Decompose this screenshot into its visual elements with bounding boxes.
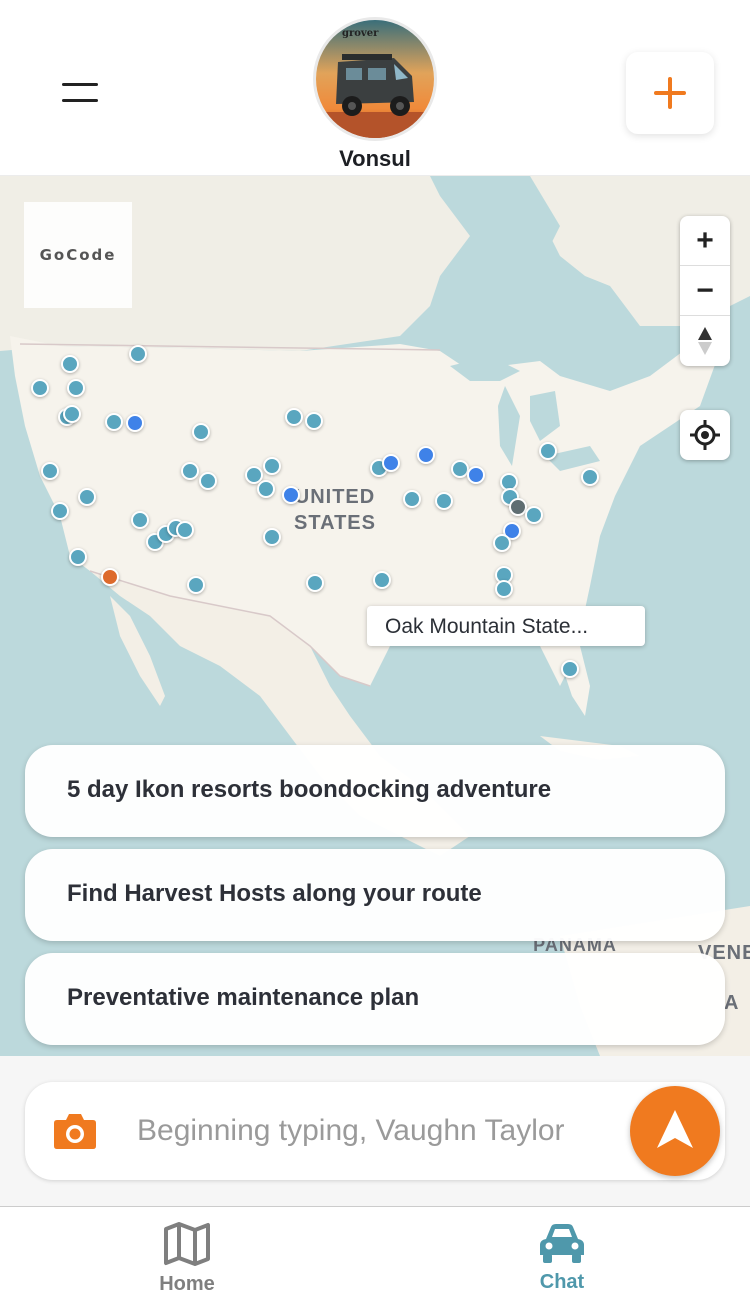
zoom-in-button[interactable]: + (680, 216, 730, 266)
send-button[interactable] (630, 1086, 720, 1176)
map-marker[interactable] (467, 466, 485, 484)
map-marker[interactable] (67, 379, 85, 397)
chat-message-input[interactable] (137, 1106, 627, 1156)
map-marker[interactable] (181, 462, 199, 480)
suggestion-chip[interactable]: Preventative maintenance plan (25, 953, 725, 1045)
plus-icon (654, 77, 686, 109)
map-marker[interactable] (78, 488, 96, 506)
map-marker[interactable] (131, 511, 149, 529)
map-country-label: A (724, 992, 740, 1014)
app-header: grover Vonsul (0, 0, 750, 176)
chat-input-bar (25, 1082, 725, 1180)
map-marker[interactable] (257, 480, 275, 498)
map-marker[interactable] (373, 571, 391, 589)
zoom-control: + − (680, 216, 730, 366)
nav-item-home[interactable]: Home (112, 1221, 262, 1301)
map-marker[interactable] (493, 534, 511, 552)
menu-button[interactable] (52, 70, 108, 116)
map-marker[interactable] (263, 528, 281, 546)
suggestion-chip[interactable]: Find Harvest Hosts along your route (25, 849, 725, 941)
map-marker[interactable] (105, 413, 123, 431)
compass-icon (698, 327, 712, 355)
map-marker[interactable] (69, 548, 87, 566)
camera-button[interactable] (53, 1112, 97, 1152)
map-marker[interactable] (61, 355, 79, 373)
map-marker[interactable] (561, 660, 579, 678)
compass-button[interactable] (680, 316, 730, 366)
suggestion-chip[interactable]: 5 day Ikon resorts boondocking adventure (25, 745, 725, 837)
map-marker[interactable] (187, 576, 205, 594)
map-marker[interactable] (306, 574, 324, 592)
map-marker[interactable] (305, 412, 323, 430)
country-label-line: STATES (294, 512, 376, 534)
map-marker[interactable] (263, 457, 281, 475)
map-marker[interactable] (581, 468, 599, 486)
map-marker[interactable] (417, 446, 435, 464)
car-icon (540, 1224, 584, 1263)
map-popup-label[interactable]: Oak Mountain State... (367, 606, 645, 646)
map-country-label: UNITED STATES (285, 484, 385, 536)
zoom-out-button[interactable]: − (680, 266, 730, 316)
map-marker[interactable] (282, 486, 300, 504)
camera-icon (54, 1114, 96, 1149)
map-marker[interactable] (382, 454, 400, 472)
bottom-navigation: Home Chat (0, 1206, 750, 1303)
nav-label: Chat (539, 1271, 585, 1293)
add-button[interactable] (626, 52, 714, 134)
map-marker[interactable] (51, 502, 69, 520)
map-icon (164, 1222, 210, 1266)
nav-item-chat[interactable]: Chat (487, 1221, 637, 1301)
menu-line (62, 99, 98, 102)
country-label-line: UNITED (294, 486, 376, 508)
map-marker[interactable] (285, 408, 303, 426)
vehicle-avatar[interactable]: grover (313, 17, 437, 141)
map-marker[interactable] (126, 414, 144, 432)
nav-label: Home (159, 1273, 215, 1295)
map-marker[interactable] (403, 490, 421, 508)
map-marker[interactable] (41, 462, 59, 480)
chat-input-area (0, 1056, 750, 1206)
map-marker[interactable] (435, 492, 453, 510)
map-marker[interactable] (525, 506, 543, 524)
locate-icon (690, 420, 720, 450)
map-marker[interactable] (129, 345, 147, 363)
menu-line (62, 83, 98, 86)
map-marker[interactable] (176, 521, 194, 539)
map-marker[interactable] (63, 405, 81, 423)
brand-logo: GoCode (24, 202, 132, 308)
van-photo: grover (316, 20, 434, 138)
svg-text:grover: grover (342, 28, 379, 39)
locate-me-button[interactable] (680, 410, 730, 460)
map-marker[interactable] (192, 423, 210, 441)
map-marker[interactable] (539, 442, 557, 460)
map-marker[interactable] (495, 580, 513, 598)
map-marker-selected[interactable] (101, 568, 119, 586)
map-marker[interactable] (199, 472, 217, 490)
map-marker[interactable] (31, 379, 49, 397)
send-arrow-icon (657, 1110, 693, 1148)
vehicle-name: Vonsul (339, 146, 411, 171)
